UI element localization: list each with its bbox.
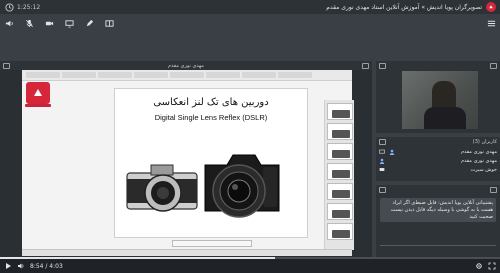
user-row[interactable]: مهدی نوری مقدم (379, 156, 497, 165)
chat-window-icon[interactable] (379, 186, 386, 193)
settings-icon[interactable] (475, 262, 483, 270)
webcam-panel-header (376, 61, 500, 70)
film-camera-image (126, 164, 198, 212)
slide: دوربین های تک لنز انعکاسی Digital Single… (114, 88, 308, 238)
brand-logo-icon (486, 2, 496, 12)
clock-icon (4, 2, 14, 12)
powerpoint-ribbon (22, 70, 352, 81)
slide-title-fa: دوربین های تک لنز انعکاسی (153, 97, 269, 108)
volume-icon[interactable] (17, 262, 25, 270)
user-row[interactable]: خوش سیرت (379, 165, 497, 174)
hamburger-menu-icon[interactable] (486, 18, 496, 28)
webcam-expand-icon[interactable] (490, 62, 497, 69)
session-timer: 1:25:12 (4, 2, 40, 12)
user-name: خوش سیرت (470, 166, 497, 173)
user-person-icon (379, 158, 385, 164)
users-list: مهدی نوری مقدم مهدی نوری مقدم خوش سیرت (376, 146, 500, 175)
camera-icon[interactable] (44, 18, 54, 28)
user-name: مهدی نوری مقدم (461, 148, 497, 155)
title-bar: 1:25:12 تصویرگران پویا اندیش » آموزش آنل… (0, 0, 500, 14)
panel-fullscreen-icon[interactable] (362, 62, 369, 69)
slide-thumbnail[interactable] (326, 203, 353, 220)
presenter-name: مهدی نوری مقدم (168, 62, 204, 69)
slide-title-en: Digital Single Lens Reflex (DSLR) (154, 113, 268, 122)
users-panel: کاربران (3) مهدی نوری مقدم مهدی نوری مقد… (376, 137, 500, 181)
presenter-body (424, 107, 466, 129)
webcam-video (402, 71, 478, 129)
users-panel-header: کاربران (3) (376, 137, 500, 146)
slide-thumbnail[interactable] (326, 223, 353, 240)
slide-thumbnail[interactable] (326, 103, 353, 120)
slide-thumbnails (324, 100, 354, 250)
session-timer-value: 1:25:12 (17, 3, 41, 11)
playback-bar: 8:54 / 4:03 (0, 257, 500, 273)
user-person-icon (389, 149, 395, 155)
presentation-panel: مهدی نوری مقدم دوربین های تک لنز انعکاسی… (0, 61, 399, 273)
user-chat-icon (379, 167, 385, 171)
brand-watermark-caption (25, 104, 51, 107)
slide-thumbnail[interactable] (326, 123, 353, 140)
chat-panel-header (376, 185, 500, 194)
chat-input[interactable] (380, 245, 496, 253)
toolbar (0, 16, 500, 30)
user-row[interactable]: مهدی نوری مقدم (379, 147, 497, 156)
webcam-panel (376, 61, 500, 133)
users-window-icon[interactable] (379, 138, 386, 145)
chat-panel: پشتیبانی آنلاین پویا اندیش: فایل ضبط‌ی ا… (376, 185, 500, 257)
brand-watermark-icon (26, 82, 50, 104)
presentation-panel-header: مهدی نوری مقدم (0, 61, 372, 70)
webcam-window-icon[interactable] (379, 62, 386, 69)
slide-thumbnail[interactable] (326, 183, 353, 200)
speaker-icon[interactable] (4, 18, 14, 28)
pen-icon[interactable] (84, 18, 94, 28)
progress-track[interactable] (0, 257, 500, 259)
dslr-camera-image (204, 154, 280, 218)
powerpoint-status-bar (22, 249, 352, 256)
shared-screen: دوربین های تک لنز انعکاسی Digital Single… (22, 70, 399, 256)
panel-window-icon[interactable] (3, 62, 10, 69)
slide-notes-field (172, 240, 399, 247)
chat-message: پشتیبانی آنلاین پویا اندیش: فایل ضبط‌ی ا… (380, 198, 496, 222)
progress-fill (0, 257, 275, 259)
slide-thumbnail[interactable] (326, 163, 353, 180)
user-screen-icon (379, 149, 385, 154)
window-title-text: تصویرگران پویا اندیش » آموزش آنلاین استا… (326, 3, 482, 11)
chat-expand-icon[interactable] (490, 186, 497, 193)
screen-share-icon[interactable] (64, 18, 74, 28)
playback-time: 8:54 / 4:03 (30, 262, 63, 270)
layout-icon[interactable] (104, 18, 114, 28)
window-title: تصویرگران پویا اندیش » آموزش آنلاین استا… (326, 2, 496, 12)
slide-thumbnail[interactable] (326, 143, 353, 160)
user-name: مهدی نوری مقدم (461, 157, 497, 164)
microphone-muted-icon[interactable] (24, 18, 34, 28)
fullscreen-icon[interactable] (488, 262, 496, 270)
play-icon[interactable] (4, 262, 12, 270)
users-panel-title: کاربران (3) (472, 138, 497, 145)
